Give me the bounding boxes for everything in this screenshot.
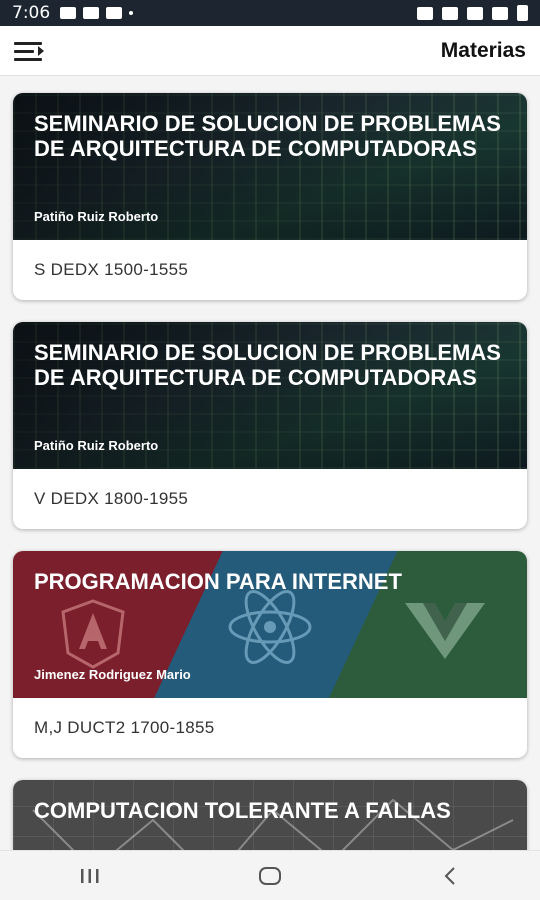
- course-card[interactable]: SEMINARIO DE SOLUCION DE PROBLEMAS DE AR…: [13, 93, 527, 300]
- react-logo-icon: [228, 590, 312, 664]
- app-bar: Materias: [0, 26, 540, 76]
- home-button[interactable]: [240, 856, 300, 896]
- course-list[interactable]: SEMINARIO DE SOLUCION DE PROBLEMAS DE AR…: [0, 76, 540, 850]
- system-nav-bar: [0, 850, 540, 900]
- course-title: COMPUTACION TOLERANTE A FALLAS: [34, 798, 451, 823]
- status-time: 7:06: [12, 3, 51, 23]
- wifi-icon: [467, 6, 483, 20]
- recent-apps-icon: [81, 868, 99, 883]
- vue-logo-icon: [405, 603, 485, 659]
- course-professor: Patiño Ruiz Roberto: [34, 438, 159, 453]
- back-button[interactable]: [420, 856, 480, 896]
- course-banner: PROGRAMACION PARA INTERNET Jimenez Rodri…: [13, 551, 527, 698]
- course-card[interactable]: SEMINARIO DE SOLUCION DE PROBLEMAS DE AR…: [13, 322, 527, 529]
- course-schedule: M,J DUCT2 1700-1855: [34, 718, 215, 737]
- course-title: SEMINARIO DE SOLUCION DE PROBLEMAS DE AR…: [34, 111, 501, 161]
- course-schedule: V DEDX 1800-1955: [34, 489, 189, 508]
- course-banner: SEMINARIO DE SOLUCION DE PROBLEMAS DE AR…: [13, 322, 527, 469]
- course-card[interactable]: PROGRAMACION PARA INTERNET Jimenez Rodri…: [13, 551, 527, 758]
- course-title: SEMINARIO DE SOLUCION DE PROBLEMAS DE AR…: [34, 340, 501, 390]
- recent-apps-button[interactable]: [60, 856, 120, 896]
- course-schedule: S DEDX 1500-1555: [34, 260, 189, 279]
- course-professor: Patiño Ruiz Roberto: [34, 209, 159, 224]
- course-professor: Jimenez Rodriguez Mario: [34, 667, 191, 682]
- status-bar: 7:06: [0, 0, 540, 26]
- more-notifications-icon: [129, 11, 134, 15]
- image-notification-icon: [60, 7, 77, 19]
- alarm-icon: [417, 6, 433, 20]
- course-title: PROGRAMACION PARA INTERNET: [34, 569, 402, 594]
- menu-icon[interactable]: [14, 39, 44, 63]
- signal-icon: [492, 6, 508, 20]
- angular-logo-icon: [61, 599, 125, 669]
- course-card[interactable]: COMPUTACION TOLERANTE A FALLAS: [13, 780, 527, 850]
- mail-notification-icon: [106, 7, 123, 19]
- page-title: Materias: [440, 38, 526, 62]
- back-icon: [444, 866, 455, 885]
- course-banner: COMPUTACION TOLERANTE A FALLAS: [13, 780, 527, 850]
- course-banner: SEMINARIO DE SOLUCION DE PROBLEMAS DE AR…: [13, 93, 527, 240]
- battery-icon: [517, 5, 528, 21]
- mute-icon: [442, 6, 458, 20]
- gallery-notification-icon: [83, 7, 100, 19]
- home-icon: [259, 866, 281, 885]
